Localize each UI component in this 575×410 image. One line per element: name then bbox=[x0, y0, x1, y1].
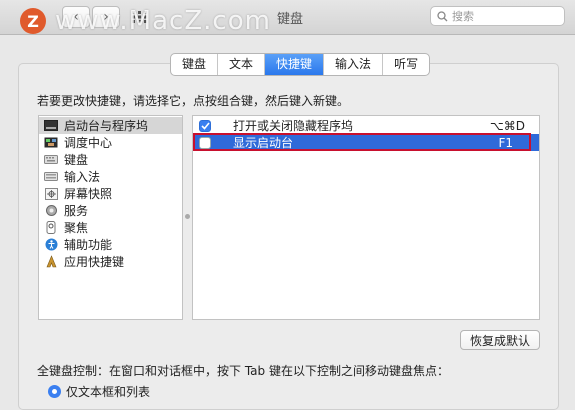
watermark-logo: Z bbox=[20, 8, 46, 34]
services-gear-icon bbox=[44, 205, 58, 217]
category-label: 服务 bbox=[64, 204, 89, 218]
category-label: 调度中心 bbox=[64, 136, 113, 150]
category-item-input-method[interactable]: 输入法 bbox=[39, 168, 182, 185]
tab-dictation[interactable]: 听写 bbox=[383, 54, 429, 75]
app-shortcuts-icon bbox=[44, 255, 58, 268]
spotlight-icon bbox=[44, 221, 58, 234]
category-label: 屏幕快照 bbox=[64, 187, 113, 201]
shortcut-row[interactable]: 打开或关闭隐藏程序坞 ⌥⌘D bbox=[193, 117, 539, 134]
instruction-text: 若要更改快捷键，请选择它，点按组合键，然后键入新键。 bbox=[37, 94, 350, 108]
category-label: 应用快捷键 bbox=[64, 255, 125, 269]
watermark-text: www.MacZ.com bbox=[55, 6, 271, 36]
screenshot-icon bbox=[44, 187, 58, 200]
shortcut-label: 打开或关闭隐藏程序坞 bbox=[233, 119, 354, 133]
category-label: 辅助功能 bbox=[64, 238, 113, 252]
accessibility-icon bbox=[44, 238, 58, 251]
category-label: 聚焦 bbox=[64, 221, 89, 235]
keyboard-icon bbox=[44, 154, 58, 166]
radio-selected-icon[interactable] bbox=[48, 385, 61, 398]
category-item-services[interactable]: 服务 bbox=[39, 202, 182, 219]
category-item-mission-control[interactable]: 调度中心 bbox=[39, 134, 182, 151]
restore-defaults-button[interactable]: 恢复成默认 bbox=[460, 330, 540, 350]
category-item-launchpad-dock[interactable]: 启动台与程序坞 bbox=[39, 117, 182, 134]
shortcut-checkbox[interactable] bbox=[199, 119, 211, 132]
tab-text[interactable]: 文本 bbox=[218, 54, 266, 75]
category-item-keyboard[interactable]: 键盘 bbox=[39, 151, 182, 168]
input-method-icon bbox=[44, 171, 58, 183]
search-input[interactable]: 搜索 bbox=[430, 6, 565, 26]
radio-text-boxes-lists[interactable]: 仅文本框和列表 bbox=[48, 383, 150, 400]
category-list: 启动台与程序坞 调度中心 键盘 输入法 屏幕快照 服务 聚焦 辅助功能 应用快捷… bbox=[38, 115, 183, 320]
tab-keyboard[interactable]: 键盘 bbox=[171, 54, 219, 75]
tab-shortcuts[interactable]: 快捷键 bbox=[265, 54, 325, 75]
search-placeholder: 搜索 bbox=[452, 10, 474, 23]
tab-input-sources[interactable]: 输入法 bbox=[324, 54, 384, 75]
category-item-spotlight[interactable]: 聚焦 bbox=[39, 219, 182, 236]
category-item-app-shortcuts[interactable]: 应用快捷键 bbox=[39, 253, 182, 270]
shortcut-key[interactable]: ⌥⌘D bbox=[490, 119, 525, 133]
category-item-accessibility[interactable]: 辅助功能 bbox=[39, 236, 182, 253]
annotation-highlight-box bbox=[193, 133, 531, 151]
tab-bar: 键盘 文本 快捷键 输入法 听写 bbox=[170, 53, 431, 76]
category-label: 启动台与程序坞 bbox=[64, 119, 149, 133]
search-icon bbox=[437, 10, 448, 21]
category-label: 输入法 bbox=[64, 170, 101, 184]
split-view-handle[interactable] bbox=[185, 214, 190, 219]
checkmark-icon bbox=[200, 121, 210, 130]
keyboard-control-label: 全键盘控制：在窗口和对话框中，按下 Tab 键在以下控制之间移动键盘焦点： bbox=[37, 364, 449, 378]
radio-label: 仅文本框和列表 bbox=[66, 385, 151, 399]
launchpad-dock-icon bbox=[44, 120, 58, 132]
category-label: 键盘 bbox=[64, 153, 89, 167]
category-item-screenshot[interactable]: 屏幕快照 bbox=[39, 185, 182, 202]
mission-control-icon bbox=[44, 137, 58, 149]
